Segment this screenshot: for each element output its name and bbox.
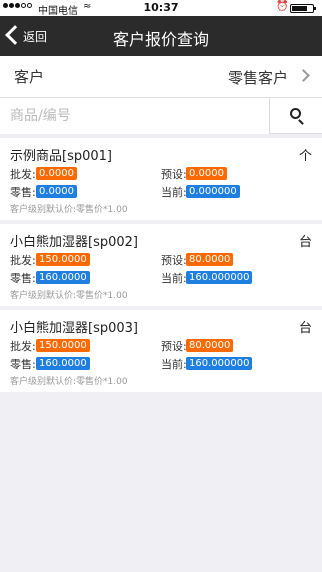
price-rule-note: 客户级别默认价:零售价*1.00 [10,205,128,215]
customer-label: 客户 [14,68,45,86]
retail-price-badge: 160.0000 [36,271,90,284]
product-unit: 台 [298,321,312,336]
product-name: 示例商品[sp001] [10,149,112,164]
chevron-right-icon [297,69,310,82]
customer-value: 零售客户 [227,69,288,87]
wholesale-price-badge: 0.0000 [36,167,77,180]
preset-price-badge: 80.0000 [186,339,234,352]
chevron-left-icon [0,16,20,56]
price-rule-note: 客户级别默认价:零售价*1.00 [10,377,128,387]
retail-label: 零售: [10,186,36,199]
list-item[interactable]: 小白熊加湿器[sp003] 台 批发: 150.0000 预设: 80.0000… [0,310,322,392]
current-label: 当前: [161,186,187,199]
preset-price-badge: 0.0000 [186,167,227,180]
preset-label: 预设: [161,340,187,353]
product-unit: 个 [298,149,312,164]
wholesale-label: 批发: [10,168,36,181]
retail-price-badge: 160.0000 [36,357,90,370]
wholesale-label: 批发: [10,340,36,353]
product-name: 小白熊加湿器[sp003] [10,321,138,336]
current-price-badge: 160.000000 [186,271,253,284]
current-price-badge: 0.000000 [186,185,240,198]
product-name: 小白熊加湿器[sp002] [10,235,138,250]
status-time: 10:37 [143,1,179,14]
product-list: 示例商品[sp001] 个 批发: 0.0000 预设: 0.0000 零售: … [0,134,322,392]
battery-icon [290,4,316,13]
back-button[interactable]: 返回 [0,16,60,56]
list-item[interactable]: 示例商品[sp001] 个 批发: 0.0000 预设: 0.0000 零售: … [0,138,322,220]
alarm-icon: ⏰ [276,1,289,12]
wholesale-label: 批发: [10,254,36,267]
current-label: 当前: [161,272,187,285]
search-button[interactable] [271,98,322,134]
retail-label: 零售: [10,358,36,371]
navigation-bar: 返回 客户报价查询 [0,16,322,56]
status-bar: 中国电信 ≈ 10:37 ⏰ [0,0,322,17]
product-unit: 台 [298,235,312,250]
current-price-badge: 160.000000 [186,357,253,370]
preset-price-badge: 80.0000 [186,253,234,266]
list-item[interactable]: 小白熊加湿器[sp002] 台 批发: 150.0000 预设: 80.0000… [0,224,322,306]
preset-label: 预设: [161,168,187,181]
retail-price-badge: 0.0000 [36,185,77,198]
retail-label: 零售: [10,272,36,285]
wholesale-price-badge: 150.0000 [36,339,90,352]
current-label: 当前: [161,358,187,371]
search-icon [290,108,301,119]
customer-selector[interactable]: 客户 零售客户 [0,56,322,98]
search-bar [0,98,322,134]
price-rule-note: 客户级别默认价:零售价*1.00 [10,291,128,301]
search-input[interactable] [0,98,270,134]
wholesale-price-badge: 150.0000 [36,253,90,266]
preset-label: 预设: [161,254,187,267]
back-label: 返回 [23,29,48,44]
